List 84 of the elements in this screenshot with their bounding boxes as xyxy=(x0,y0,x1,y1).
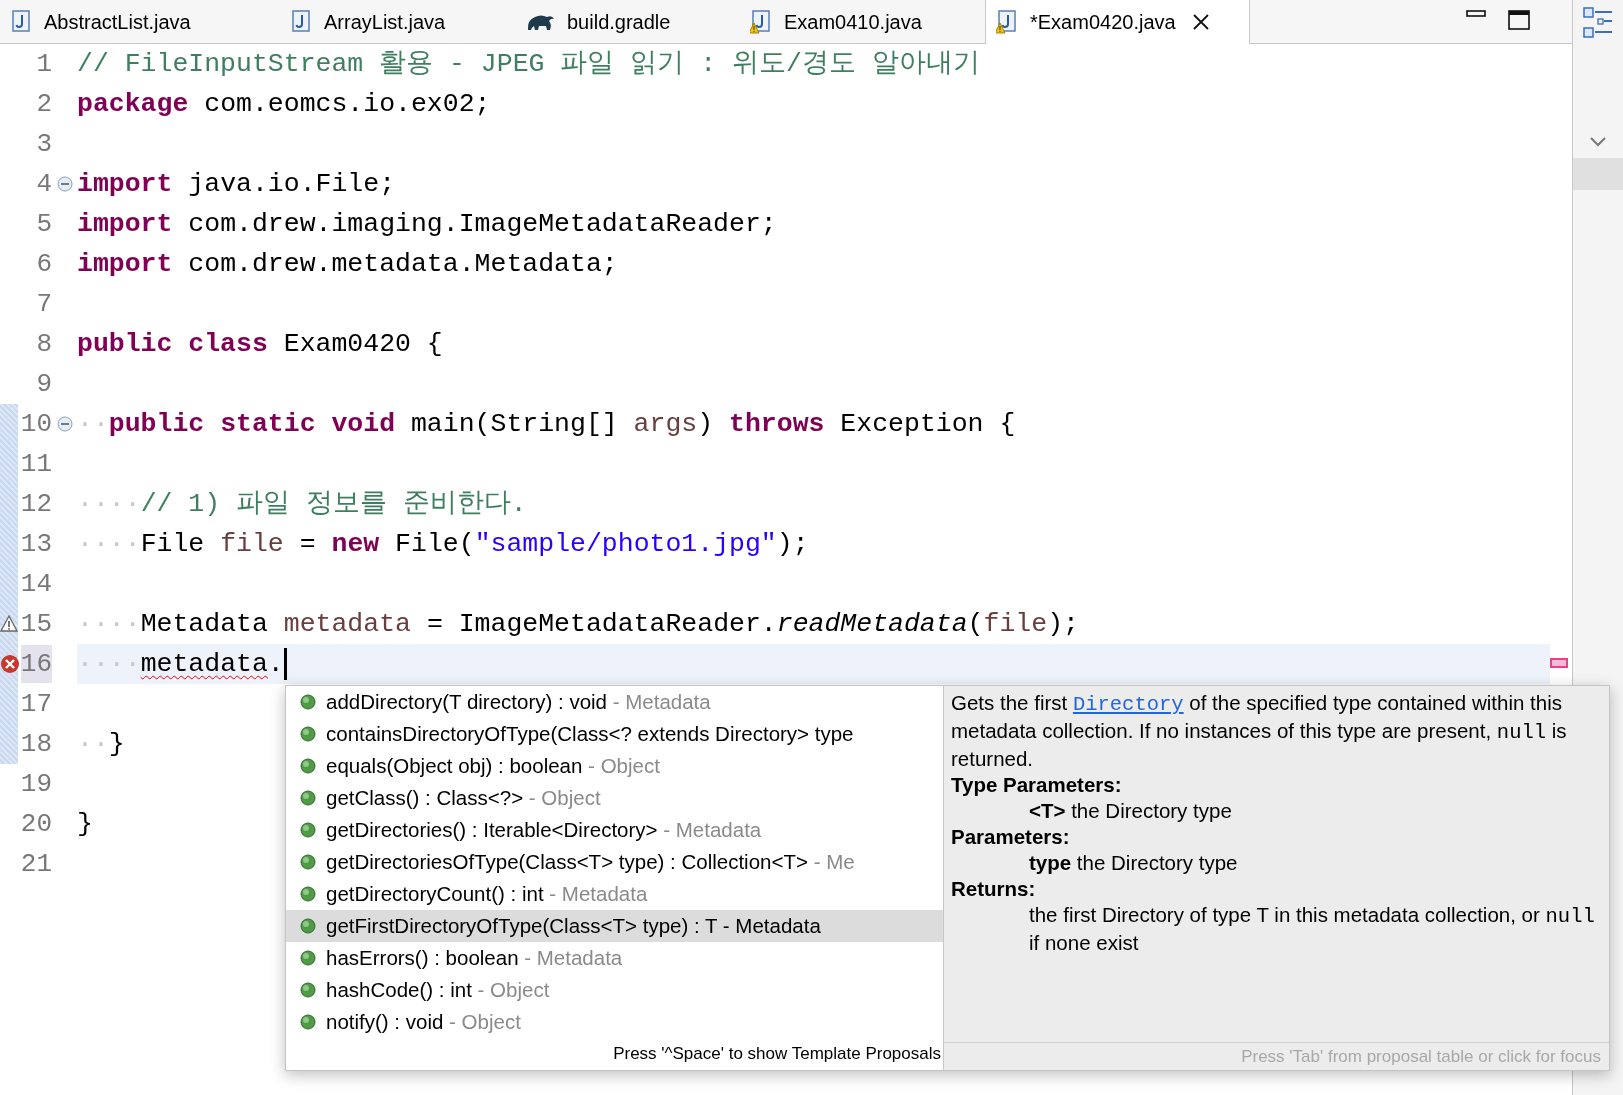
line-number: 19 xyxy=(20,768,52,801)
code-line: package com.eomcs.io.ex02; xyxy=(77,88,491,121)
method-icon xyxy=(300,950,316,966)
doc-heading: Type Parameters: xyxy=(951,772,1123,798)
doc-heading: Parameters: xyxy=(951,824,1071,850)
line-number: 21 xyxy=(20,848,52,881)
method-icon xyxy=(300,918,316,934)
line-number: 3 xyxy=(36,128,52,161)
method-icon xyxy=(300,822,316,838)
java-file-icon xyxy=(290,8,312,35)
doc-heading: Returns: xyxy=(951,876,1037,902)
editor-tab[interactable]: build.gradle xyxy=(515,0,740,43)
proposal-item[interactable]: getDirectoriesOfType(Class<T> type) : Collection<T> - Me xyxy=(286,846,943,878)
doc-entry: the first Directory of type T in this metadata collection, or null if none exist xyxy=(1028,902,1596,956)
proposal-item[interactable]: getDirectories() : Iterable<Directory> - Metadata xyxy=(286,814,943,846)
code-line: import com.drew.imaging.ImageMetadataReader; xyxy=(77,208,777,241)
minimize-icon[interactable] xyxy=(1466,10,1486,18)
line-number: 12 xyxy=(20,488,52,521)
code-line: ····metadata. xyxy=(77,648,284,681)
collapse-icon[interactable] xyxy=(56,176,73,192)
line-number: 1 xyxy=(36,48,52,81)
code-line: public class Exam0420 { xyxy=(77,328,443,361)
line-number: 2 xyxy=(36,88,52,121)
java-file-icon xyxy=(10,8,32,35)
proposal-item[interactable]: addDirectory(T directory) : void - Metadata xyxy=(286,686,943,718)
doc-entry: <T> the Directory type xyxy=(1028,798,1233,824)
line-number: 5 xyxy=(36,208,52,241)
method-icon xyxy=(300,854,316,870)
line-number: 9 xyxy=(36,368,52,401)
line-number: 11 xyxy=(20,448,52,481)
code-line: ····Metadata metadata = ImageMetadataReader.readMetadata(file); xyxy=(77,608,1079,641)
maximize-icon[interactable] xyxy=(1508,10,1530,30)
java-file-warning-icon xyxy=(750,8,772,35)
line-number: 17 xyxy=(20,688,52,721)
java-file-warning-icon xyxy=(996,9,1018,35)
proposal-item[interactable]: getClass() : Class<?> - Object xyxy=(286,782,943,814)
code-line: } xyxy=(77,808,93,841)
line-number: 18 xyxy=(20,728,52,761)
doc-entry: type the Directory type xyxy=(1028,850,1239,876)
method-icon xyxy=(300,726,316,742)
collapse-icon[interactable] xyxy=(56,416,73,432)
scrollbar-thumb[interactable] xyxy=(1573,158,1623,190)
line-number: 4 xyxy=(36,168,52,201)
proposal-item[interactable]: getDirectoryCount() : int - Metadata xyxy=(286,878,943,910)
code-line: import java.io.File; xyxy=(77,168,396,201)
code-line: ··public static void main(String[] args) throws Exception { xyxy=(77,408,1016,441)
outline-icon[interactable] xyxy=(1582,6,1614,40)
editor-tab[interactable]: AbstractList.java xyxy=(0,0,280,43)
proposal-item[interactable]: notify() : void - Object xyxy=(286,1006,943,1038)
method-icon xyxy=(300,886,316,902)
directory-link[interactable]: Directory xyxy=(1072,693,1184,716)
proposal-item[interactable]: containsDirectoryOfType(Class<? extends Directory> type xyxy=(286,718,943,750)
line-number: 15 xyxy=(20,608,52,641)
editor-tab[interactable]: Exam0410.java xyxy=(740,0,985,43)
line-number: 16 xyxy=(20,645,52,683)
code-line: ····// 1) 파일 정보를 준비한다. xyxy=(77,488,527,521)
line-number: 14 xyxy=(20,568,52,601)
method-icon xyxy=(300,790,316,806)
line-number: 7 xyxy=(36,288,52,321)
line-number: 8 xyxy=(36,328,52,361)
code-line: ····File file = new File("sample/photo1.jpg"); xyxy=(77,528,809,561)
line-number: 20 xyxy=(20,808,52,841)
line-number: 6 xyxy=(36,248,52,281)
doc-description: Gets the first Directory of the specified type contained within this metadata collection. If no instances of this type are present, null is returned. xyxy=(951,690,1568,772)
error-marker[interactable] xyxy=(1550,658,1568,668)
editor-tab[interactable]: ArrayList.java xyxy=(280,0,515,43)
proposal-hint: Press '^Space' to show Template Proposals xyxy=(613,1042,941,1065)
proposal-item[interactable]: hasErrors() : boolean - Metadata xyxy=(286,942,943,974)
code-line: import com.drew.metadata.Metadata; xyxy=(77,248,618,281)
method-icon xyxy=(300,758,316,774)
proposal-item[interactable]: equals(Object obj) : boolean - Object xyxy=(286,750,943,782)
code-line: ··} xyxy=(77,728,125,761)
method-icon xyxy=(300,694,316,710)
proposal-item[interactable]: hashCode() : int - Object xyxy=(286,974,943,1006)
close-icon[interactable] xyxy=(1191,13,1210,31)
doc-hint: Press 'Tab' from proposal table or click for focus xyxy=(1241,1045,1601,1068)
editor-tab[interactable]: *Exam0420.java xyxy=(985,0,1250,44)
code-line: // FileInputStream 활용 - JPEG 파일 읽기 : 위도/경도 알아내기 xyxy=(77,48,980,81)
method-icon xyxy=(300,1014,316,1030)
proposal-item[interactable]: getFirstDirectoryOfType(Class<T> type) : T - Metadata xyxy=(286,910,943,942)
chevron-down-icon[interactable] xyxy=(1588,136,1608,148)
line-number: 10 xyxy=(20,408,52,441)
method-icon xyxy=(300,982,316,998)
line-number: 13 xyxy=(20,528,52,561)
